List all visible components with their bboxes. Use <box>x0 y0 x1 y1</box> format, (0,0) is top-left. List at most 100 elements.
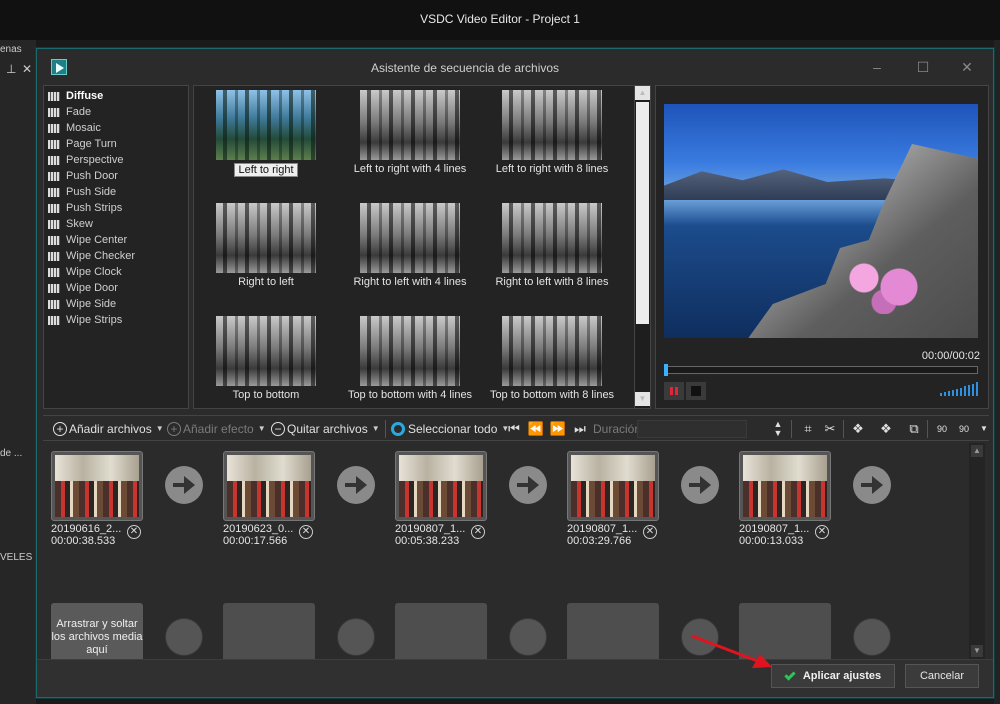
add-icon: + <box>167 422 181 436</box>
last-icon[interactable]: ⏭ <box>571 420 589 438</box>
expand-toolbar-icon[interactable]: ▲ ▼ <box>769 420 787 438</box>
stop-button[interactable] <box>686 382 706 400</box>
effect-item[interactable]: Page Turn <box>48 136 188 152</box>
transition-thumbnail[interactable]: Right to left <box>198 203 334 309</box>
play-pause-button[interactable] <box>664 382 684 400</box>
check-icon <box>784 668 796 681</box>
effect-item[interactable]: Push Strips <box>48 200 188 216</box>
color-effects-icon[interactable]: ❖ <box>849 420 867 438</box>
transition-arrow-icon[interactable] <box>337 466 375 504</box>
rotate-right-icon[interactable]: 90 <box>955 420 973 438</box>
sequence-clip[interactable]: 20190623_0... 00:00:17.566 ✕ <box>223 451 315 547</box>
cut-icon[interactable]: ✂ <box>821 420 839 438</box>
more-options-icon[interactable]: ▼ <box>975 420 993 438</box>
transition-slot[interactable] <box>165 618 203 656</box>
effects-list: Diffuse Fade Mosaic Page Turn Perspectiv… <box>43 85 189 409</box>
effect-item[interactable]: Wipe Checker <box>48 248 188 264</box>
transition-thumbnail[interactable]: Left to right <box>198 90 334 196</box>
dropdown-caret-icon[interactable]: ▼ <box>372 420 380 438</box>
effect-icon <box>48 251 60 261</box>
dropdown-caret-icon[interactable]: ▼ <box>156 420 164 438</box>
first-icon[interactable]: ⏮ <box>505 420 523 438</box>
effect-item[interactable]: Wipe Door <box>48 280 188 296</box>
volume-icon[interactable] <box>940 382 980 396</box>
transition-slot[interactable] <box>509 618 547 656</box>
add-effect-button[interactable]: + Añadir efecto ▼ <box>167 420 266 438</box>
effect-icon <box>48 171 60 181</box>
close-button[interactable]: ✕ <box>953 57 981 77</box>
effect-icon <box>48 219 60 229</box>
effect-item[interactable]: Wipe Center <box>48 232 188 248</box>
filters-icon[interactable]: ❖ <box>877 420 895 438</box>
transition-thumbnail[interactable]: Top to bottom with 8 lines <box>484 316 620 422</box>
remove-clip-icon[interactable]: ✕ <box>127 525 141 539</box>
duration-input[interactable] <box>637 420 747 438</box>
transition-arrow-icon[interactable] <box>165 466 203 504</box>
remove-files-button[interactable]: − Quitar archivos ▼ <box>271 420 380 438</box>
transition-arrow-icon[interactable] <box>509 466 547 504</box>
next-icon[interactable]: ⏩ <box>549 420 567 438</box>
cancel-button[interactable]: Cancelar <box>905 664 979 688</box>
effect-label: Push Strips <box>66 202 123 214</box>
sequence-clip[interactable]: 20190807_1... 00:03:29.766 ✕ <box>567 451 659 547</box>
preview-seek-handle[interactable] <box>664 364 668 376</box>
effect-item[interactable]: Skew <box>48 216 188 232</box>
sequence-clip[interactable]: 20190807_1... 00:05:38.233 ✕ <box>395 451 487 547</box>
clip-thumbnail <box>739 451 831 521</box>
sequence-clip[interactable]: 20190616_2... 00:00:38.533 ✕ <box>51 451 143 547</box>
copy-icon[interactable]: ⧉ <box>905 420 923 438</box>
transition-slot[interactable] <box>337 618 375 656</box>
minimize-button[interactable]: – <box>863 57 891 77</box>
effect-icon <box>48 299 60 309</box>
thumbnails-scrollbar[interactable]: ▲ ▼ <box>634 86 650 408</box>
effect-item[interactable]: Push Door <box>48 168 188 184</box>
close-icon[interactable]: ✕ <box>22 62 32 76</box>
effect-item[interactable]: Fade <box>48 104 188 120</box>
preview-time: 00:00/00:02 <box>921 350 980 362</box>
effect-item[interactable]: Wipe Clock <box>48 264 188 280</box>
pin-icon[interactable]: ⊥ <box>6 62 16 76</box>
scrollbar-thumb[interactable] <box>636 102 649 324</box>
effect-label: Page Turn <box>66 138 117 150</box>
effect-item[interactable]: Mosaic <box>48 120 188 136</box>
transition-thumbnail[interactable]: Left to right with 8 lines <box>484 90 620 196</box>
effect-label: Wipe Center <box>66 234 128 246</box>
transition-arrow-icon[interactable] <box>681 466 719 504</box>
remove-clip-icon[interactable]: ✕ <box>299 525 313 539</box>
scroll-down-icon[interactable]: ▼ <box>635 392 650 406</box>
transition-arrow-icon[interactable] <box>853 466 891 504</box>
transition-thumbnail[interactable]: Top to bottom <box>198 316 334 422</box>
apply-settings-button[interactable]: Aplicar ajustes <box>771 664 895 688</box>
scroll-up-icon[interactable]: ▲ <box>971 445 983 457</box>
transition-thumbnail[interactable]: Top to bottom with 4 lines <box>342 316 478 422</box>
effect-item[interactable]: Wipe Strips <box>48 312 188 328</box>
sequence-scrollbar[interactable]: ▲ ▼ <box>969 443 985 659</box>
effect-label: Wipe Clock <box>66 266 122 278</box>
select-all-button[interactable]: Seleccionar todo ▼ <box>391 420 509 438</box>
sequence-clip[interactable]: 20190807_1... 00:00:13.033 ✕ <box>739 451 831 547</box>
previous-icon[interactable]: ⏪ <box>527 420 545 438</box>
effect-item[interactable]: Diffuse <box>48 88 188 104</box>
effect-item[interactable]: Push Side <box>48 184 188 200</box>
rotate-left-icon[interactable]: 90 <box>933 420 951 438</box>
transition-thumbnail[interactable]: Right to left with 8 lines <box>484 203 620 309</box>
remove-clip-icon[interactable]: ✕ <box>471 525 485 539</box>
transition-thumbnail[interactable]: Left to right with 4 lines <box>342 90 478 196</box>
maximize-button[interactable]: ☐ <box>909 57 937 77</box>
effect-item[interactable]: Perspective <box>48 152 188 168</box>
dropdown-caret-icon[interactable]: ▼ <box>258 420 266 438</box>
transition-slot[interactable] <box>853 618 891 656</box>
dialog-title: Asistente de secuencia de archivos <box>370 61 560 75</box>
crop-icon[interactable]: ⌗ <box>799 420 817 438</box>
app-titlebar: VSDC Video Editor - Project 1 <box>0 0 1000 40</box>
scroll-up-icon[interactable]: ▲ <box>635 86 650 100</box>
scroll-down-icon[interactable]: ▼ <box>971 645 983 657</box>
remove-clip-icon[interactable]: ✕ <box>815 525 829 539</box>
effect-icon <box>48 283 60 293</box>
thumbnail-image <box>360 90 460 160</box>
preview-seekbar[interactable] <box>664 366 978 374</box>
transition-thumbnail[interactable]: Right to left with 4 lines <box>342 203 478 309</box>
remove-clip-icon[interactable]: ✕ <box>643 525 657 539</box>
add-files-button[interactable]: + Añadir archivos ▼ <box>53 420 164 438</box>
effect-item[interactable]: Wipe Side <box>48 296 188 312</box>
